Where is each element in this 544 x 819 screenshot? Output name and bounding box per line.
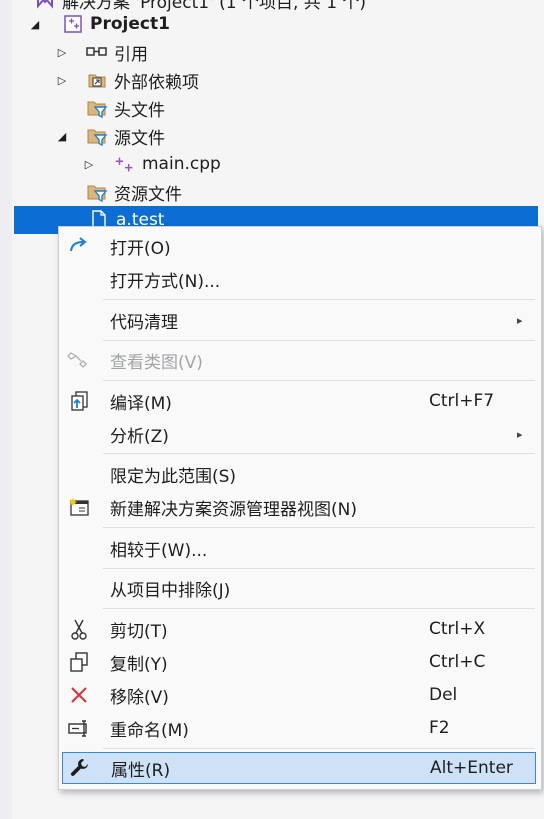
collapse-arrow-icon[interactable]: ◢ xyxy=(28,10,42,38)
tree-row-external-deps[interactable]: 外部依赖项 xyxy=(86,66,199,94)
remove-icon xyxy=(67,683,91,707)
tree-row-main-cpp[interactable]: main.cpp xyxy=(114,150,221,178)
copy-icon xyxy=(67,650,91,674)
compile-icon xyxy=(67,389,91,413)
expand-arrow-icon[interactable]: ▷ xyxy=(55,38,69,66)
expand-arrow-icon[interactable]: ▷ xyxy=(55,66,69,94)
tree-item-label: main.cpp xyxy=(142,154,221,174)
menu-separator xyxy=(103,608,535,609)
menu-separator xyxy=(103,748,535,749)
menu-item-analyze[interactable]: 分析(Z) ▸ xyxy=(59,418,541,450)
solution-explorer-tree: 解决方案 'Project1' (1 个项目, 共 1 个) ◢ Project… xyxy=(0,0,544,240)
filter-folder-icon xyxy=(86,125,108,147)
external-deps-icon xyxy=(86,69,108,91)
tree-item-label: 引用 xyxy=(114,44,148,65)
expand-arrow-icon[interactable]: ▷ xyxy=(82,150,96,178)
scissors-icon xyxy=(67,617,91,641)
tree-row-project[interactable]: Project1 xyxy=(62,10,170,38)
menu-separator xyxy=(103,527,535,528)
menu-item-view-class-diagram[interactable]: 查看类图(V) xyxy=(59,344,541,376)
collapse-arrow-icon[interactable]: ◢ xyxy=(55,122,69,150)
cpp-file-icon xyxy=(114,153,136,175)
menu-item-open[interactable]: 打开(O) xyxy=(59,230,541,262)
tree-row-source-files[interactable]: 源文件 xyxy=(86,122,165,150)
submenu-arrow-icon: ▸ xyxy=(517,313,523,327)
menu-item-compare-with[interactable]: 相较于(W)... xyxy=(59,532,541,564)
wrench-icon xyxy=(68,756,92,780)
menu-item-code-cleanup[interactable]: 代码清理 ▸ xyxy=(59,304,541,336)
menu-item-rename[interactable]: 重命名(M) F2 xyxy=(59,712,541,744)
menu-item-cut[interactable]: 剪切(T) Ctrl+X xyxy=(59,613,541,645)
tree-row-resource-files[interactable]: 资源文件 xyxy=(86,178,182,206)
menu-item-scope-to-this[interactable]: 限定为此范围(S) xyxy=(59,458,541,490)
menu-item-exclude-from-project[interactable]: 从项目中排除(J) xyxy=(59,572,541,604)
menu-separator xyxy=(103,453,535,454)
menu-item-compile[interactable]: 编译(M) Ctrl+F7 xyxy=(59,385,541,417)
filter-folder-icon xyxy=(86,97,108,119)
context-menu: 打开(O) 打开方式(N)... 代码清理 ▸ 查看类图(V) 编译(M) Ct… xyxy=(58,226,542,790)
menu-item-remove[interactable]: 移除(V) Del xyxy=(59,679,541,711)
menu-separator xyxy=(103,568,535,569)
class-diagram-icon xyxy=(67,348,91,372)
tree-row-references[interactable]: 引用 xyxy=(86,38,148,66)
tree-item-label: 外部依赖项 xyxy=(114,72,199,93)
submenu-arrow-icon: ▸ xyxy=(517,427,523,441)
menu-item-copy[interactable]: 复制(Y) Ctrl+C xyxy=(59,646,541,678)
menu-separator xyxy=(103,380,535,381)
project-label: Project1 xyxy=(90,14,170,34)
open-icon xyxy=(67,234,91,258)
project-icon xyxy=(62,13,84,35)
new-view-icon xyxy=(67,495,91,519)
rename-icon xyxy=(67,716,91,740)
menu-separator xyxy=(103,299,535,300)
tree-item-label: 源文件 xyxy=(114,128,165,149)
tree-item-label: 头文件 xyxy=(114,100,165,121)
tree-row-header-files[interactable]: 头文件 xyxy=(86,94,165,122)
filter-folder-icon xyxy=(86,181,108,203)
menu-item-properties[interactable]: 属性(R) Alt+Enter xyxy=(62,752,536,784)
references-icon xyxy=(86,41,108,63)
tree-item-label: 资源文件 xyxy=(114,184,182,205)
menu-separator xyxy=(103,340,535,341)
menu-item-new-solution-view[interactable]: 新建解决方案资源管理器视图(N) xyxy=(59,491,541,523)
menu-item-open-with[interactable]: 打开方式(N)... xyxy=(59,263,541,295)
